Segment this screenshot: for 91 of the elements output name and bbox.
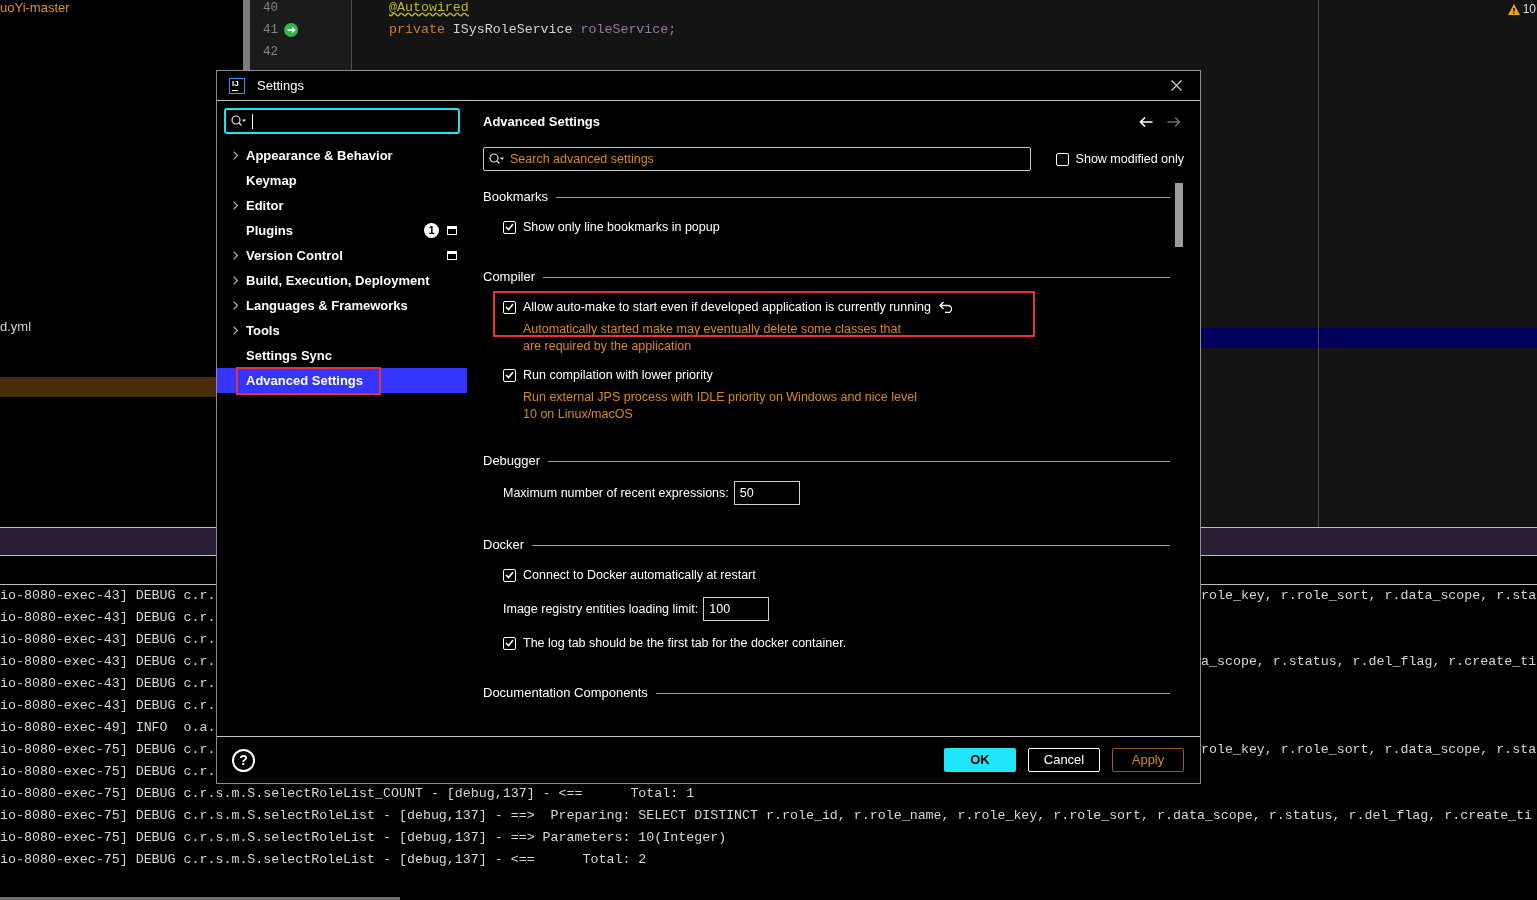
log-line: io-8080-exec-75] DEBUG c.r. — [0, 763, 216, 781]
log-line: io-8080-exec-43] DEBUG c.r. — [0, 653, 216, 671]
log-line: io-8080-exec-43] DEBUG c.r. — [0, 697, 216, 715]
warning-count[interactable]: 10 — [1522, 3, 1536, 15]
chevron-right-icon[interactable] — [232, 301, 238, 310]
checkbox[interactable] — [1055, 152, 1069, 166]
search-icon — [489, 153, 504, 165]
search-field[interactable] — [224, 108, 460, 134]
log-line: role_key, r.role_sort, r.data_scope, r.sta — [1201, 741, 1537, 759]
chevron-right-icon[interactable] — [232, 251, 238, 260]
section-title: Compiler — [483, 268, 535, 287]
line-number: 42 — [263, 43, 279, 61]
chevron-right-icon[interactable] — [232, 326, 238, 335]
search-icon — [231, 115, 246, 127]
chevron-right-icon[interactable] — [232, 151, 238, 160]
checkmark-icon — [505, 303, 514, 311]
help-button[interactable]: ? — [232, 748, 255, 772]
log-line: io-8080-exec-75] DEBUG c.r. — [0, 741, 216, 759]
setting-label[interactable]: Connect to Docker automatically at restart — [523, 565, 756, 585]
line-number: 41 — [263, 21, 279, 39]
checkbox-label[interactable]: Show modified only — [1075, 149, 1184, 169]
sidebar-item[interactable]: Settings Sync — [217, 343, 467, 368]
log-line: io-8080-exec-43] DEBUG c.r. — [0, 587, 216, 605]
setting-label[interactable]: Allow auto-make to start even if developed application is currently running — [523, 297, 931, 317]
log-line: io-8080-exec-75] DEBUG c.r.s.m.S.selectRoleList - [debug,137] - ==> Preparing: SELECT DISTINCT r.role_id, r.role_name, r.role_key, r.role_sort, r.data_scope, r.status, r.del_flag, r.create_ti — [0, 807, 1533, 825]
log-line: io-8080-exec-43] DEBUG c.r. — [0, 631, 216, 649]
log-line: io-8080-exec-43] DEBUG c.r. — [0, 675, 216, 693]
checkbox[interactable] — [503, 220, 516, 234]
sidebar-item[interactable]: Build, Execution, Deployment — [217, 268, 467, 293]
sidebar-item[interactable]: Editor — [217, 193, 467, 218]
arrow-right-icon — [1167, 116, 1181, 128]
file-tree-item[interactable]: uoYi-master — [0, 0, 70, 18]
close-button[interactable] — [1171, 80, 1182, 91]
checkbox[interactable] — [503, 368, 516, 382]
setting-label: Image registry entities loading limit: — [503, 600, 699, 618]
file-tree-item[interactable]: d.yml — [0, 317, 32, 337]
checkbox[interactable] — [503, 636, 516, 650]
setting-description: Automatically started make may eventually delete some classes that are required by the application — [523, 321, 902, 355]
checkmark-icon — [505, 571, 514, 579]
number-field[interactable]: 50 — [733, 481, 800, 505]
section-title: Bookmarks — [483, 188, 549, 207]
arrow-left-icon — [1139, 116, 1153, 128]
checkmark-icon — [505, 639, 514, 647]
setting-label[interactable]: The log tab should be the first tab for the docker container. — [523, 633, 847, 653]
count-badge: 1 — [424, 223, 439, 238]
sidebar-item[interactable]: Advanced Settings — [217, 368, 467, 393]
back-button[interactable] — [1139, 116, 1153, 128]
log-line: io-8080-exec-75] DEBUG c.r.s.m.S.selectRoleList - [debug,137] - <== Total: 2 — [0, 851, 647, 869]
line-number: 40 — [263, 0, 279, 17]
checkmark-icon — [505, 371, 514, 379]
checkmark-icon — [505, 223, 514, 231]
chevron-right-icon[interactable] — [232, 276, 238, 285]
setting-label: Maximum number of recent expressions: — [503, 484, 729, 502]
search-field[interactable]: Search advanced settings — [483, 147, 1031, 171]
log-line: role_key, r.role_sort, r.data_scope, r.sta — [1201, 587, 1537, 605]
section-title: Docker — [483, 536, 525, 555]
forward-button[interactable] — [1167, 116, 1181, 128]
sidebar-item[interactable]: Version Control — [217, 243, 467, 268]
sidebar-item[interactable]: Plugins 1 — [217, 218, 467, 243]
setting-description: Run external JPS process with IDLE priority on Windows and nice level 10 on Linux/macOS — [523, 389, 918, 423]
setting-label[interactable]: Run compilation with lower priority — [523, 365, 713, 385]
dialog-button[interactable]: Cancel — [1028, 748, 1100, 772]
sidebar-item[interactable]: Tools — [217, 318, 467, 343]
number-field[interactable]: 100 — [703, 597, 770, 621]
log-line: a_scope, r.status, r.del_flag, r.create_ti — [1201, 653, 1537, 671]
close-icon — [1171, 80, 1182, 91]
checkbox[interactable] — [503, 300, 516, 314]
sidebar-item[interactable]: Keymap — [217, 168, 467, 193]
gutter-arrow-icon[interactable] — [284, 23, 298, 37]
undo-icon[interactable] — [938, 301, 953, 313]
warning-icon[interactable] — [1507, 3, 1520, 15]
section-title: Debugger — [483, 452, 541, 471]
code-line: private ISysRoleService roleService; — [389, 21, 677, 40]
code-line: @Autowired — [389, 0, 469, 18]
sidebar-item[interactable]: Appearance & Behavior — [217, 143, 467, 168]
log-line: io-8080-exec-49] INFO o.a. — [0, 719, 216, 737]
app-logo: IJ — [229, 77, 245, 94]
section-title: Documentation Components — [483, 684, 648, 703]
panel-title: Advanced Settings — [483, 113, 601, 132]
checkbox[interactable] — [503, 568, 516, 582]
horizontal-scrollbar-thumb[interactable] — [0, 897, 400, 900]
log-line: io-8080-exec-75] DEBUG c.r.s.m.S.selectRoleList - [debug,137] - ==> Parameters: 10(Integer) — [0, 829, 727, 847]
chevron-right-icon[interactable] — [232, 201, 238, 210]
sidebar-item[interactable]: Languages & Frameworks — [217, 293, 467, 318]
scrollbar-thumb[interactable] — [1175, 183, 1183, 247]
log-line: io-8080-exec-43] DEBUG c.r. — [0, 609, 216, 627]
dialog-button[interactable]: OK — [944, 748, 1016, 772]
setting-label[interactable]: Show only line bookmarks in popup — [523, 217, 720, 237]
log-line: io-8080-exec-75] DEBUG c.r.s.m.S.selectRoleList_COUNT - [debug,137] - <== Total: 1 — [0, 785, 695, 803]
dialog-title: Settings — [257, 76, 304, 95]
scrollbar-thumb[interactable] — [243, 0, 250, 70]
